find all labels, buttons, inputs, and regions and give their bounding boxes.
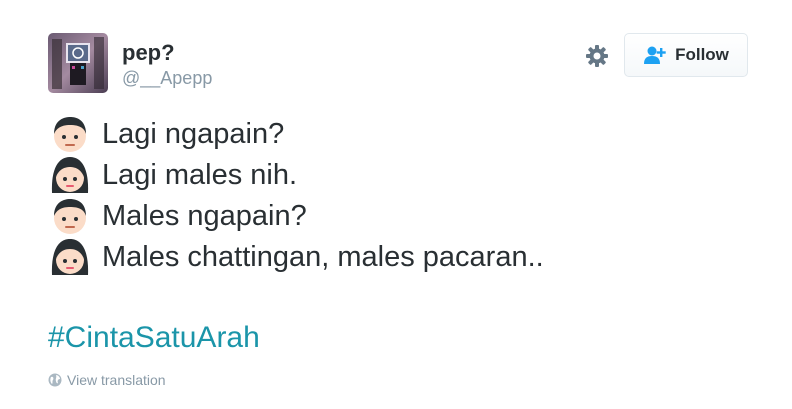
user-handle[interactable]: @__Apepp: [122, 68, 212, 88]
tweet-line: Lagi males nih.: [48, 154, 544, 195]
tweet-line-text: Lagi males nih.: [102, 158, 298, 191]
globe-icon: [48, 373, 62, 387]
tweet-line-text: Lagi ngapain?: [102, 117, 285, 150]
follow-label: Follow: [675, 45, 729, 64]
tweet-text: Lagi ngapain? Lagi males nih. Males ngap…: [48, 113, 544, 277]
follow-button[interactable]: Follow: [624, 33, 748, 77]
boy-emoji-icon: [54, 198, 86, 234]
tweet-line-text: Males chattingan, males pacaran..: [102, 240, 544, 273]
girl-emoji-icon: [51, 238, 89, 275]
avatar-image: [48, 33, 108, 93]
hashtag-link[interactable]: #CintaSatuArah: [48, 320, 260, 356]
add-user-icon: [644, 46, 666, 64]
avatar[interactable]: [48, 33, 108, 93]
display-name[interactable]: pep?: [122, 41, 175, 65]
tweet-line: Males ngapain?: [48, 195, 544, 236]
tweet-line-text: Males ngapain?: [102, 199, 307, 232]
gear-icon[interactable]: [584, 43, 610, 69]
tweet-line: Males chattingan, males pacaran..: [48, 236, 544, 277]
girl-emoji-icon: [51, 156, 89, 193]
tweet-line: Lagi ngapain?: [48, 113, 544, 154]
view-translation-label: View translation: [67, 372, 166, 388]
view-translation-link[interactable]: View translation: [48, 372, 166, 388]
boy-emoji-icon: [54, 116, 86, 152]
